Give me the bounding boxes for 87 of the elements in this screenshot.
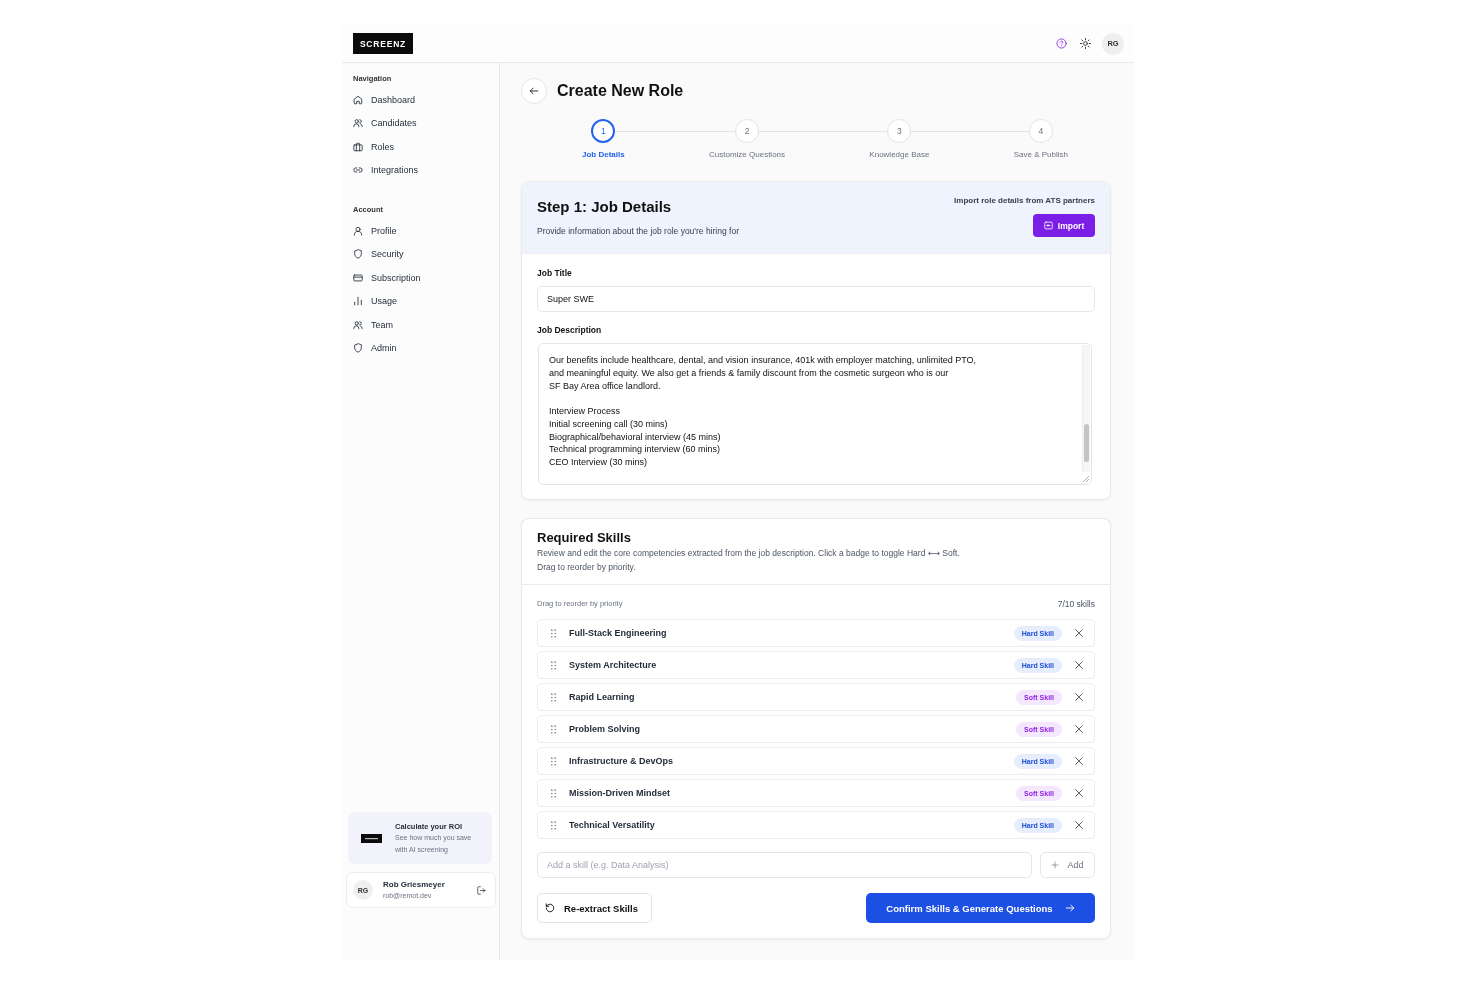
close-icon [1074,788,1084,798]
card-title: Required Skills [537,530,632,546]
page-title: Create New Role [557,82,684,100]
sidebar-item[interactable]: Admin [353,336,488,360]
back-arrow-icon [529,86,539,96]
skill-input[interactable]: Add a skill (e.g. Data Analysis) [537,852,1032,878]
arrow-right-icon [1064,903,1075,913]
close-icon [1074,820,1084,830]
close-icon [1074,756,1084,766]
user-name: Rob Griesmeyer [383,879,446,890]
people-icon [353,319,363,330]
skill-name: Full-Stack Engineering [569,628,668,638]
close-icon [1074,724,1084,734]
field-label: Job Title [537,267,573,279]
card-icon [353,272,363,283]
import-hint: Import role details from ATS partners [954,195,1095,207]
plus-icon [1051,861,1060,869]
skill-name: Infrastructure & DevOps [569,756,675,766]
bar-chart-icon [353,296,363,307]
skill-count: 7/10 skills [1057,598,1095,610]
people-icon [353,118,363,129]
logout-icon[interactable] [477,885,486,895]
grip-icon[interactable] [551,628,556,638]
sun-icon[interactable] [1080,38,1091,49]
house-icon [353,94,363,105]
step-label[interactable]: Job Details [582,150,625,160]
grip-icon[interactable] [551,692,556,702]
skill-name: Mission-Driven Mindset [569,788,671,798]
grip-icon[interactable] [551,756,556,766]
card-description: Drag to reorder by priority. [537,561,637,574]
remove-button[interactable] [1074,692,1084,702]
refresh-icon [545,903,555,913]
card-title: Step 1: Job Details [537,198,673,216]
step-circle[interactable]: 2 [735,119,759,143]
sidebar-item[interactable]: Subscription [353,266,488,290]
box-arrow-icon [1043,221,1053,230]
person-icon [353,225,363,236]
step-label[interactable]: Customize Questions [709,150,786,160]
logo: SCREENZ [353,33,413,54]
grip-icon[interactable] [551,660,556,670]
description-field[interactable]: Our benefits include healthcare, dental, and vision insurance, 401k with employer matching, unlimited PTO, and meaningful equity. We also get a friends & family discount from the cosmetic surgeon who is our SF Bay Area office landlord. Interview Process Initial screening call (30 mins) Biographical/behavioral interview (45 mins) Technical programming interview (60 mins) CEO Interview (30 mins) [538,343,1092,485]
step-label[interactable]: Knowledge Base [869,150,930,160]
step-circle[interactable]: 1 [591,119,616,143]
remove-button[interactable] [1074,628,1084,638]
shield-icon [353,249,363,260]
grip-icon[interactable] [551,788,556,798]
field-label: Job Description [537,324,603,336]
skill-name: Rapid Learning [569,692,636,702]
sidebar-item[interactable]: Dashboard [353,88,488,112]
remove-button[interactable] [1074,724,1084,734]
sidebar-item[interactable]: Integrations [353,158,488,182]
sidebar-item[interactable]: Usage [353,289,488,313]
shield-icon [353,343,363,354]
confirm-button[interactable]: Confirm Skills & Generate Questions [866,893,1095,923]
help-icon[interactable] [1056,38,1067,49]
add-button[interactable]: Add [1040,852,1095,878]
step-circle[interactable]: 4 [1028,119,1053,143]
grip-icon[interactable] [551,820,556,830]
remove-button[interactable] [1074,820,1084,830]
remove-button[interactable] [1074,788,1084,798]
close-icon [1074,692,1084,702]
import-button[interactable]: Import [1033,214,1095,237]
remove-button[interactable] [1074,756,1084,766]
logo-icon [361,833,382,843]
back-button[interactable] [521,78,547,104]
skill-name: Technical Versatility [569,820,656,830]
sidebar-item[interactable]: Roles [353,135,488,159]
close-icon [1074,628,1084,638]
scrollbar[interactable] [1082,345,1090,472]
card-description: Review and edit the core competencies extracted from the job description. Click a badge to toggle Hard ⟷ Soft. [537,547,961,560]
skill-name: Problem Solving [569,724,641,734]
step-circle[interactable]: 3 [887,119,912,143]
reextract-button[interactable]: Re-extract Skills [537,893,652,923]
sidebar-item[interactable]: Candidates [353,111,488,135]
sidebar-item[interactable]: Security [353,242,488,266]
skill-name: System Architecture [569,660,658,670]
close-icon [1074,660,1084,670]
link-icon [353,165,363,176]
step-label[interactable]: Save & Publish [1013,150,1068,160]
card-subtitle: Provide information about the job role you're hiring for [537,225,739,237]
sidebar-item[interactable]: Profile [353,219,488,243]
job-title-field[interactable]: Super SWE [537,286,1095,312]
remove-button[interactable] [1074,660,1084,670]
grip-icon[interactable] [551,724,556,734]
sidebar-item[interactable]: Team [353,313,488,337]
resize-grip-icon[interactable] [1083,476,1089,482]
briefcase-icon [353,141,363,152]
